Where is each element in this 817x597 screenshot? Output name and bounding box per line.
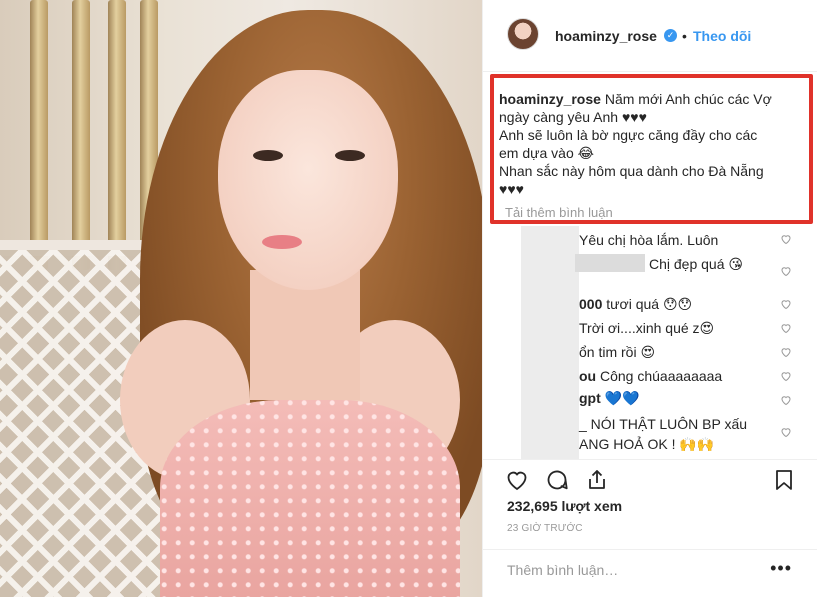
caption-line: em dựa vào 😂 bbox=[499, 145, 594, 161]
action-bar bbox=[483, 459, 817, 499]
comment-list: Yêu chị hòa lắm. Luôn Chị đẹp quá 😘 000 … bbox=[483, 226, 817, 459]
caption-line: Năm mới Anh chúc các Vợ bbox=[604, 91, 772, 107]
comment-author[interactable]: ou bbox=[579, 368, 596, 384]
comment-item: Yêu chị hòa lắm. Luôn bbox=[579, 232, 718, 248]
comment-heart-icon[interactable] bbox=[780, 394, 792, 406]
comment-item: Chị đẹp quá 😘 bbox=[649, 256, 743, 273]
comment-heart-icon[interactable] bbox=[780, 322, 792, 334]
comment-text: Chị đẹp quá 😘 bbox=[649, 256, 743, 272]
comment-item: gpt 💙💙 bbox=[579, 390, 640, 407]
caption-author[interactable]: hoaminzy_rose bbox=[499, 91, 601, 107]
comment-author[interactable]: 000 bbox=[579, 296, 602, 312]
comment-text: Trời ơi....xinh qué z😍 bbox=[579, 320, 715, 336]
post-caption: hoaminzy_rose Năm mới Anh chúc các Vợ ng… bbox=[499, 90, 799, 198]
photo-eye bbox=[335, 150, 365, 161]
comment-author[interactable]: gpt bbox=[579, 390, 601, 406]
comment-text: Công chúaaaaaaaa bbox=[596, 368, 723, 384]
comment-icon[interactable] bbox=[545, 468, 569, 492]
photo-eye bbox=[253, 150, 283, 161]
header-username[interactable]: hoaminzy_rose bbox=[555, 28, 657, 44]
bookmark-icon[interactable] bbox=[772, 468, 796, 492]
follow-button[interactable]: Theo dõi bbox=[693, 28, 751, 44]
photo-dress bbox=[160, 400, 460, 597]
photo-face bbox=[218, 70, 398, 290]
heart-icon[interactable] bbox=[505, 468, 529, 492]
photo-lips bbox=[262, 235, 302, 249]
comment-text: 💙💙 bbox=[600, 390, 640, 406]
instagram-post: hoaminzy_rose ✓ • Theo dõi hoaminzy_rose… bbox=[0, 0, 817, 597]
post-header: hoaminzy_rose ✓ • Theo dõi bbox=[483, 0, 817, 72]
separator-dot: • bbox=[682, 28, 687, 44]
comment-item: _ NÓI THẬT LUÔN BP xấu bbox=[579, 416, 747, 432]
comment-item: ổn tim rồi 😍 bbox=[579, 344, 655, 361]
comment-heart-icon[interactable] bbox=[780, 346, 792, 358]
comment-heart-icon[interactable] bbox=[780, 426, 792, 438]
share-icon[interactable] bbox=[585, 468, 609, 492]
add-comment-input[interactable]: Thêm bình luận… bbox=[507, 562, 618, 578]
blurred-usernames bbox=[521, 226, 579, 459]
more-options-icon[interactable]: ••• bbox=[770, 558, 792, 579]
photo-bg-bamboo bbox=[108, 0, 126, 270]
photo-bg-bamboo bbox=[72, 0, 90, 270]
comment-heart-icon[interactable] bbox=[780, 370, 792, 382]
comment-heart-icon[interactable] bbox=[780, 233, 792, 245]
comment-text: ANG HOẢ OK ! 🙌🙌 bbox=[579, 436, 715, 452]
photo-bg-bamboo bbox=[30, 0, 48, 270]
comment-item: Trời ơi....xinh qué z😍 bbox=[579, 320, 714, 337]
avatar[interactable] bbox=[507, 18, 539, 50]
caption-line: ♥♥♥ bbox=[499, 181, 524, 197]
caption-line: Anh sẽ luôn là bờ ngực căng đầy cho các bbox=[499, 127, 758, 143]
load-more-comments-link[interactable]: Tải thêm bình luận bbox=[505, 205, 613, 220]
view-count[interactable]: 232,695 lượt xem bbox=[507, 498, 622, 514]
verified-badge-icon: ✓ bbox=[664, 29, 677, 42]
comment-item: 000 tươi quá 😯😯 bbox=[579, 296, 692, 313]
caption-line: Nhan sắc này hôm qua dành cho Đà Nẵng bbox=[499, 163, 764, 179]
comment-text: Yêu chị hòa lắm. Luôn bbox=[579, 232, 719, 248]
comment-text: ổn tim rồi 😍 bbox=[579, 344, 656, 360]
comment-item: ou Công chúaaaaaaaa bbox=[579, 368, 722, 384]
comment-text: tươi quá 😯😯 bbox=[602, 296, 693, 312]
caption-line: ngày càng yêu Anh ♥♥♥ bbox=[499, 109, 647, 125]
post-photo[interactable] bbox=[0, 0, 482, 597]
comment-text: _ NÓI THẬT LUÔN BP xấu bbox=[579, 416, 748, 432]
comment-heart-icon[interactable] bbox=[780, 298, 792, 310]
comment-item: ANG HOẢ OK ! 🙌🙌 bbox=[579, 436, 714, 453]
post-timestamp[interactable]: 23 GIỜ TRƯỚC bbox=[507, 523, 583, 534]
add-comment-bar: Thêm bình luận… ••• bbox=[483, 549, 817, 597]
post-side-panel: hoaminzy_rose ✓ • Theo dõi hoaminzy_rose… bbox=[482, 0, 817, 597]
comment-heart-icon[interactable] bbox=[780, 265, 792, 277]
blurred-username bbox=[575, 254, 645, 272]
